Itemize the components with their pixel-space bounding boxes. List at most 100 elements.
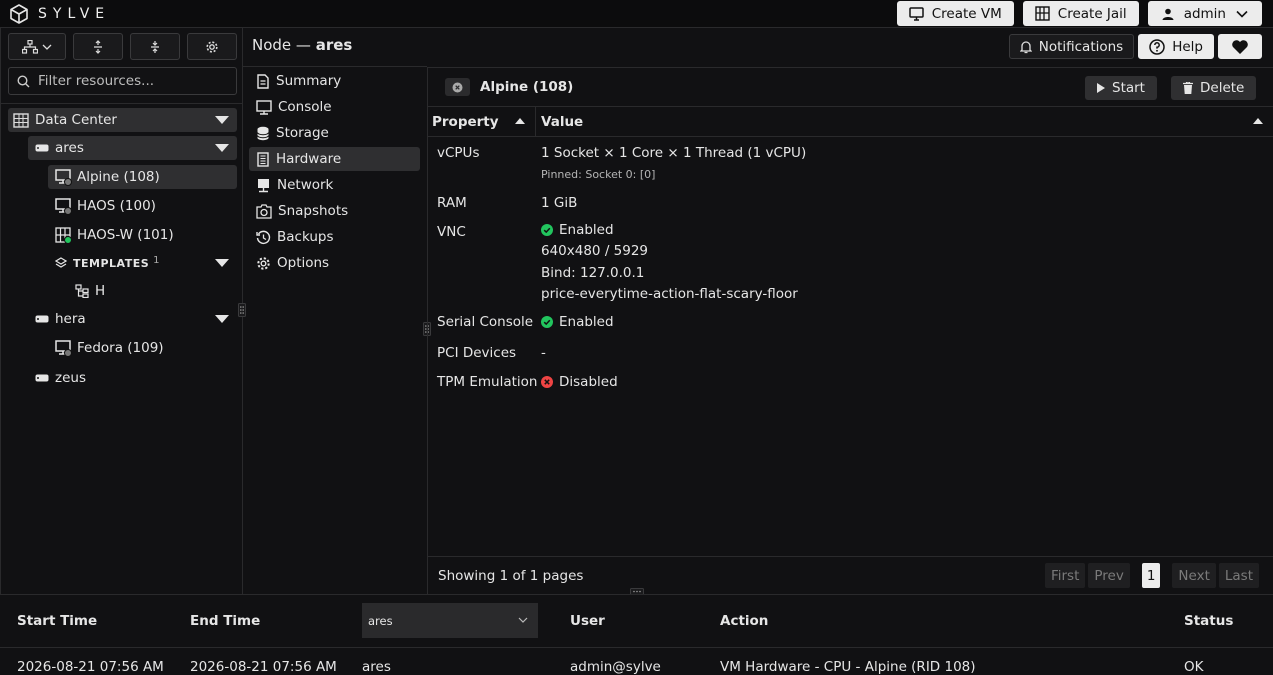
tree-item-node-ares[interactable]: ares <box>28 136 237 160</box>
menu-item-label: Snapshots <box>278 203 349 219</box>
pagination-summary: Showing 1 of 1 pages <box>438 568 584 584</box>
title-prefix: Node — <box>252 36 311 54</box>
app-logo[interactable]: SYLVE <box>9 3 110 24</box>
tree-item-vm-fedora[interactable]: Fedora (109) <box>48 336 237 360</box>
start-button[interactable]: Start <box>1085 76 1157 100</box>
menu-item-backups[interactable]: Backups <box>249 225 420 249</box>
property-value-vnc-resolution: 640x480 / 5929 <box>541 243 649 259</box>
bell-icon <box>1019 40 1032 54</box>
menu-item-network[interactable]: Network <box>249 173 420 197</box>
monitor-icon <box>256 99 272 115</box>
templates-count: 1 <box>153 254 160 266</box>
caret-down-icon[interactable] <box>215 116 229 124</box>
property-value-pci-devices: - <box>541 345 546 361</box>
tree-item-datacenter[interactable]: Data Center <box>8 108 237 132</box>
collapse-all-button[interactable] <box>130 33 180 60</box>
log-cell-node: ares <box>362 659 391 675</box>
tree-item-label: hera <box>55 311 86 327</box>
column-header-start-time[interactable]: Start Time <box>17 613 97 629</box>
column-header-user[interactable]: User <box>570 613 605 629</box>
user-name: admin <box>1183 5 1226 22</box>
menu-item-hardware[interactable]: Hardware <box>249 147 420 171</box>
monitor-icon <box>55 340 72 357</box>
tree-view-toggle[interactable] <box>8 33 66 60</box>
tree-item-label: Alpine (108) <box>77 169 160 185</box>
current-page-button[interactable]: 1 <box>1141 563 1161 588</box>
create-vm-button[interactable]: Create VM <box>896 1 1014 26</box>
donate-button[interactable] <box>1218 34 1262 59</box>
first-page-button[interactable]: First <box>1044 563 1086 588</box>
last-page-button[interactable]: Last <box>1218 563 1259 588</box>
menu-item-label: Console <box>278 99 332 115</box>
help-circle-icon <box>1149 38 1165 55</box>
start-label: Start <box>1112 80 1145 96</box>
create-jail-label: Create Jail <box>1057 5 1127 22</box>
column-header-value[interactable]: Value <box>536 107 1273 137</box>
menu-item-options[interactable]: Options <box>249 251 420 275</box>
column-header-property[interactable]: Property <box>428 107 536 137</box>
server-icon <box>35 144 49 152</box>
column-header-action[interactable]: Action <box>720 613 768 629</box>
monitor-icon <box>55 169 72 186</box>
column-header-status[interactable]: Status <box>1184 613 1233 629</box>
tree-item-label: ares <box>55 140 84 156</box>
caret-down-icon[interactable] <box>215 315 229 323</box>
property-name-pci-devices: PCI Devices <box>437 345 517 361</box>
hardware-icon <box>256 151 270 167</box>
sort-up-icon <box>1253 118 1263 124</box>
menu-item-snapshots[interactable]: Snapshots <box>249 199 420 223</box>
node-filter-select[interactable]: ares <box>362 603 538 638</box>
vm-menu: Summary Console Storage Hardware Network… <box>243 66 427 594</box>
expand-all-button[interactable] <box>73 33 123 60</box>
tree-item-vm-haos[interactable]: HAOS (100) <box>48 194 237 218</box>
menu-item-console[interactable]: Console <box>249 95 420 119</box>
gear-icon <box>205 40 219 54</box>
status-label: Enabled <box>559 314 614 330</box>
property-name-vnc: VNC <box>437 224 466 240</box>
property-value-ram: 1 GiB <box>541 195 578 211</box>
caret-down-icon[interactable] <box>215 259 229 267</box>
tree-item-vm-alpine[interactable]: Alpine (108) <box>48 165 237 189</box>
tree-item-node-hera[interactable]: hera <box>28 307 237 331</box>
tree-item-node-zeus[interactable]: zeus <box>28 366 237 390</box>
tree-item-label: Data Center <box>35 112 117 128</box>
filter-resources-field[interactable] <box>8 67 237 95</box>
log-cell-start-time: 2026-08-21 07:56 AM <box>17 659 164 675</box>
log-cell-status: OK <box>1184 659 1204 675</box>
vm-status-dot <box>64 236 72 244</box>
create-jail-button[interactable]: Create Jail <box>1022 1 1139 26</box>
monitor-icon <box>55 198 72 215</box>
tree-item-jail-haos-w[interactable]: HAOS-W (101) <box>48 223 237 247</box>
column-label: Property <box>432 113 499 130</box>
sort-up-icon <box>515 118 525 124</box>
templates-label: TEMPLATES <box>73 256 150 270</box>
tree-item-template-h[interactable]: H <box>68 279 237 303</box>
notifications-button[interactable]: Notifications <box>1008 34 1135 59</box>
column-label: Value <box>541 113 584 130</box>
help-button[interactable]: Help <box>1138 34 1214 59</box>
delete-button[interactable]: Delete <box>1171 76 1257 100</box>
chevron-down-icon <box>1236 10 1248 18</box>
caret-down-icon[interactable] <box>215 144 229 152</box>
property-value-vnc-status: Enabled <box>541 222 614 238</box>
column-header-end-time[interactable]: End Time <box>190 613 260 629</box>
settings-button[interactable] <box>187 33 237 60</box>
menu-item-label: Options <box>277 255 330 271</box>
prev-page-button[interactable]: Prev <box>1088 563 1130 588</box>
expand-arrows-icon <box>91 39 105 54</box>
tree-item-templates[interactable]: TEMPLATES 1 <box>48 251 237 275</box>
property-value-vnc-password: price-everytime-action-flat-scary-floor <box>541 286 798 302</box>
chevron-down-icon <box>518 617 528 623</box>
property-value-vcpus: 1 Socket × 1 Core × 1 Thread (1 vCPU) <box>541 145 807 161</box>
filter-resources-input[interactable] <box>38 73 228 89</box>
create-vm-label: Create VM <box>931 5 1002 22</box>
next-page-button[interactable]: Next <box>1172 563 1216 588</box>
menu-item-summary[interactable]: Summary <box>249 69 420 93</box>
menu-item-storage[interactable]: Storage <box>249 121 420 145</box>
panel-header: Alpine (108) Start Delete <box>428 68 1273 107</box>
trash-icon <box>1183 82 1193 94</box>
collapse-arrows-icon <box>148 40 162 54</box>
menu-item-label: Summary <box>276 73 342 89</box>
user-menu-button[interactable]: admin <box>1147 1 1262 26</box>
tree-structure-icon <box>22 39 38 54</box>
